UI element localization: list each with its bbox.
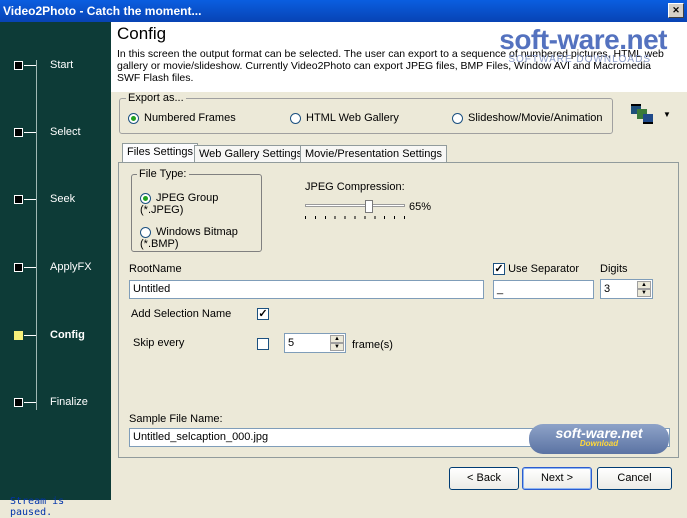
step-select[interactable]: Select [0,125,111,141]
page-title: Config [117,24,167,43]
digits-label: Digits [600,263,628,275]
step-label: Seek [50,193,76,205]
spin-down-icon[interactable]: ▼ [330,343,344,351]
step-marker [14,61,23,70]
use-separator-option[interactable]: ✓ Use Separator [493,263,579,276]
rootname-label: RootName [129,263,182,275]
step-label: Select [50,126,81,138]
watermark-badge: soft-ware.net Download [529,424,669,454]
skip-every-checkbox[interactable] [257,338,269,350]
close-button[interactable]: ✕ [668,3,684,18]
step-seek[interactable]: Seek [0,192,111,208]
file-type-group: File Type: JPEG Group (*.JPEG) Windows B… [131,168,262,252]
title-bar: Video2Photo - Catch the moment... ✕ [0,0,687,22]
radio-indicator [140,226,151,238]
step-marker-active [14,331,23,340]
radio-html-gallery[interactable]: HTML Web Gallery [290,112,399,124]
radio-bmp[interactable]: Windows Bitmap (*.BMP) [140,226,261,250]
tab-web-gallery-settings[interactable]: Web Gallery Settings [194,145,308,163]
watermark-logo: soft-ware.net [499,24,667,55]
slider-thumb[interactable] [364,200,373,213]
radio-numbered-frames[interactable]: Numbered Frames [128,112,236,124]
export-group: Export as... Numbered Frames HTML Web Ga… [119,92,613,134]
radio-indicator [140,192,151,204]
watermark-subtitle: SOFTWARE DOWNLOADS [508,54,651,65]
wizard-sidebar: Start Select Seek ApplyFX Config Finaliz… [0,22,111,518]
step-marker [14,195,23,204]
next-button[interactable]: Next > [522,467,592,490]
chevron-down-icon[interactable]: ▼ [663,110,671,119]
radio-slideshow[interactable]: Slideshow/Movie/Animation [452,112,603,124]
add-selection-name-label: Add Selection Name [131,308,232,320]
jpeg-compression-slider[interactable] [305,200,405,220]
sample-file-label: Sample File Name: [129,413,223,425]
step-finalize[interactable]: Finalize [0,395,111,411]
step-config[interactable]: Config [0,328,111,344]
step-label: Finalize [50,396,88,408]
spin-up-icon[interactable]: ▲ [330,335,344,343]
add-selection-name-checkbox[interactable]: ✓ [257,308,269,320]
status-text: Stream is paused. [10,496,65,518]
back-button[interactable]: < Back [449,467,519,490]
step-marker [14,128,23,137]
film-format-icon[interactable] [628,98,658,128]
step-start[interactable]: Start [0,58,111,74]
tab-files-settings[interactable]: Files Settings [122,143,199,163]
radio-indicator [290,112,301,124]
step-label: ApplyFX [50,261,92,273]
separator-input[interactable]: _ [493,280,594,299]
file-type-legend: File Type: [137,168,189,180]
spin-down-icon[interactable]: ▼ [637,289,651,297]
step-marker [14,398,23,407]
spin-up-icon[interactable]: ▲ [637,281,651,289]
step-connector [36,60,37,410]
radio-indicator [128,112,139,124]
radio-indicator [452,112,463,124]
step-marker [14,263,23,272]
files-settings-panel: File Type: JPEG Group (*.JPEG) Windows B… [118,162,679,458]
step-label: Start [50,59,74,71]
skip-every-label: Skip every [133,337,185,349]
window-title: Video2Photo - Catch the moment... [3,4,202,18]
cancel-button[interactable]: Cancel [597,467,672,490]
use-separator-checkbox[interactable]: ✓ [493,263,505,276]
tab-movie-presentation[interactable]: Movie/Presentation Settings [300,145,447,163]
step-label: Config [50,329,85,341]
skip-unit-label: frame(s) [352,339,393,351]
rootname-input[interactable]: Untitled [129,280,484,299]
jpeg-compression-label: JPEG Compression: [305,181,405,193]
export-legend: Export as... [126,92,186,104]
skip-frames-stepper[interactable]: 5 ▲ ▼ [284,333,346,353]
step-applyfx[interactable]: ApplyFX [0,260,111,276]
main-area: Config In this screen the output format … [111,22,687,500]
radio-jpeg[interactable]: JPEG Group (*.JPEG) [140,192,261,216]
jpeg-compression-value: 65% [409,201,432,213]
digits-stepper[interactable]: 3 ▲ ▼ [600,279,653,299]
header: Config In this screen the output format … [111,22,687,92]
